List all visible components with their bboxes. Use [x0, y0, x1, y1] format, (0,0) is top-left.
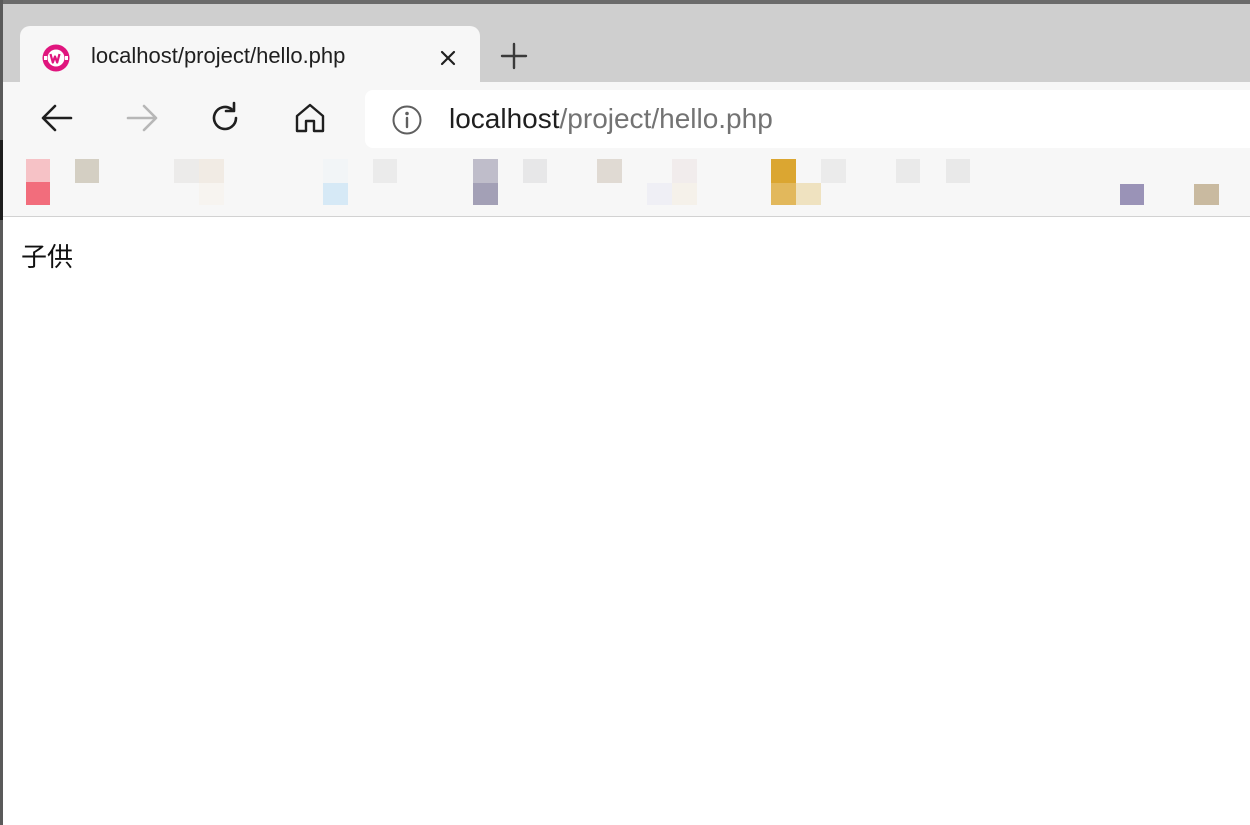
arrow-left-icon[interactable]	[37, 98, 77, 138]
bookmark-item-14[interactable]	[1120, 184, 1144, 205]
bookmark-item-10[interactable]	[771, 159, 821, 205]
plus-icon[interactable]	[496, 38, 532, 74]
navigation-toolbar: localhost/project/hello.php	[3, 82, 1250, 154]
bookmark-item-11[interactable]	[821, 159, 846, 183]
bookmark-item-8[interactable]	[597, 159, 622, 183]
bookmark-item-6[interactable]	[473, 159, 498, 205]
bookmark-item-5[interactable]	[373, 159, 397, 183]
reload-icon[interactable]	[205, 98, 245, 138]
tab-title: localhost/project/hello.php	[91, 43, 346, 68]
wampserver-icon	[41, 43, 71, 73]
bookmark-item-9[interactable]	[647, 159, 697, 205]
bookmark-item-4[interactable]	[323, 159, 348, 205]
bookmark-item-12[interactable]	[896, 159, 920, 183]
tab-hello-php[interactable]: localhost/project/hello.php	[20, 26, 480, 86]
browser-window: localhost/project/hello.php localhost/pr…	[0, 0, 1250, 825]
url-text: localhost/project/hello.php	[449, 90, 773, 148]
home-icon[interactable]	[290, 98, 330, 138]
bookmark-item-15[interactable]	[1194, 184, 1219, 205]
bookmarks-bar	[3, 154, 1250, 216]
bookmark-item-3[interactable]	[174, 159, 224, 205]
arrow-right-icon[interactable]	[122, 98, 162, 138]
page-content: 子供	[3, 217, 1250, 825]
url-path: /project/hello.php	[559, 103, 773, 134]
info-icon[interactable]	[391, 104, 423, 136]
close-icon[interactable]	[433, 43, 463, 73]
tab-strip: localhost/project/hello.php	[3, 4, 1250, 86]
page-body-text: 子供	[21, 243, 74, 273]
bookmark-item-13[interactable]	[946, 159, 970, 183]
bookmark-item-1[interactable]	[26, 159, 50, 205]
url-host: localhost	[449, 103, 560, 134]
address-bar[interactable]: localhost/project/hello.php	[365, 90, 1250, 148]
bookmark-item-2[interactable]	[75, 159, 99, 183]
bookmark-item-7[interactable]	[523, 159, 547, 183]
